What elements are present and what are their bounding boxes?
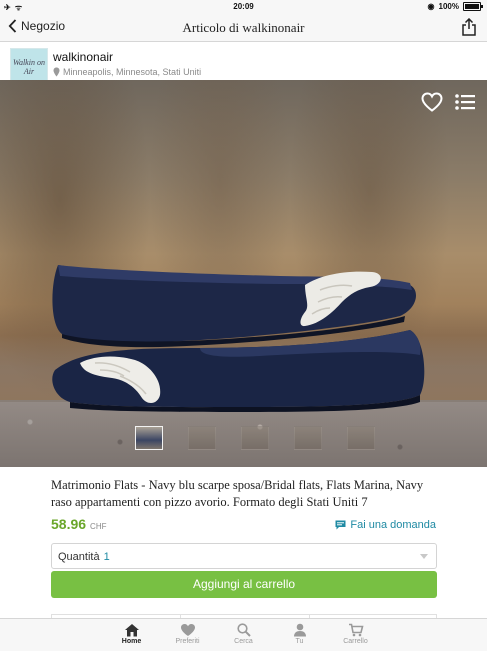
tab-you[interactable]: Tu <box>272 619 328 651</box>
home-icon <box>124 624 139 637</box>
thumbnail[interactable] <box>347 426 375 450</box>
message-icon <box>335 520 346 530</box>
tab-home[interactable]: Home <box>104 619 160 651</box>
status-right: ◉ 100% <box>427 2 483 11</box>
location-pin-icon <box>53 67 60 77</box>
tab-label: Preferiti <box>175 638 200 645</box>
thumbnail-strip <box>135 426 375 450</box>
product-price: 58.96 CHF <box>51 516 107 532</box>
tab-label: Tu <box>295 638 304 645</box>
search-icon <box>236 623 251 637</box>
thumbnail[interactable] <box>294 426 322 450</box>
thumbnail[interactable] <box>135 426 163 450</box>
tab-label: Home <box>121 638 142 645</box>
battery-percent: 100% <box>438 2 459 11</box>
shoe-illustration <box>52 265 425 412</box>
ask-question-label: Fai una domanda <box>350 519 436 531</box>
favorite-heart-icon[interactable] <box>421 92 443 112</box>
shop-header[interactable]: Walkin on Air walkinonair Minneapolis, M… <box>0 42 487 86</box>
orientation-lock-icon: ◉ <box>427 2 435 11</box>
price-currency: CHF <box>90 522 107 531</box>
tab-cart[interactable]: Carrello <box>328 619 384 651</box>
cart-icon <box>348 623 364 637</box>
quantity-value: 1 <box>103 551 110 563</box>
tab-label: Cerca <box>234 638 253 645</box>
product-title: Matrimonio Flats - Navy blu scarpe sposa… <box>51 478 424 509</box>
quantity-select[interactable]: Quantità 1 <box>51 543 437 569</box>
add-to-list-icon[interactable] <box>455 93 475 111</box>
thumbnail[interactable] <box>188 426 216 450</box>
thumbnail[interactable] <box>241 426 269 450</box>
shop-location: Minneapolis, Minnesota, Stati Uniti <box>53 67 201 77</box>
product-photo[interactable] <box>0 80 487 467</box>
shop-name[interactable]: walkinonair <box>53 50 113 64</box>
chevron-down-icon <box>420 554 428 559</box>
ask-question-button[interactable]: Fai una domanda <box>335 519 436 531</box>
shop-location-text: Minneapolis, Minnesota, Stati Uniti <box>63 67 202 77</box>
shop-logo-text: Walkin on Air <box>13 58 45 76</box>
tab-favorites[interactable]: Preferiti <box>160 619 216 651</box>
status-bar: ✈ ᯤ 20:09 ◉ 100% <box>0 0 487 14</box>
status-time: 20:09 <box>233 2 254 11</box>
page-title: Articolo di walkinonair <box>182 20 305 35</box>
price-value: 58.96 <box>51 516 87 532</box>
tab-label: Carrello <box>343 638 368 645</box>
battery-icon <box>463 2 483 11</box>
quantity-label: Quantità 1 <box>58 551 110 563</box>
user-icon <box>293 623 306 637</box>
navigation-bar: Negozio Articolo di walkinonair <box>0 14 487 42</box>
tab-bar: Home Preferiti Cerca Tu Carrello <box>0 618 487 651</box>
share-icon[interactable] <box>461 18 477 36</box>
tab-search[interactable]: Cerca <box>216 619 272 651</box>
add-to-cart-button[interactable]: Aggiungi al carrello <box>51 571 437 598</box>
heart-icon <box>180 624 195 636</box>
